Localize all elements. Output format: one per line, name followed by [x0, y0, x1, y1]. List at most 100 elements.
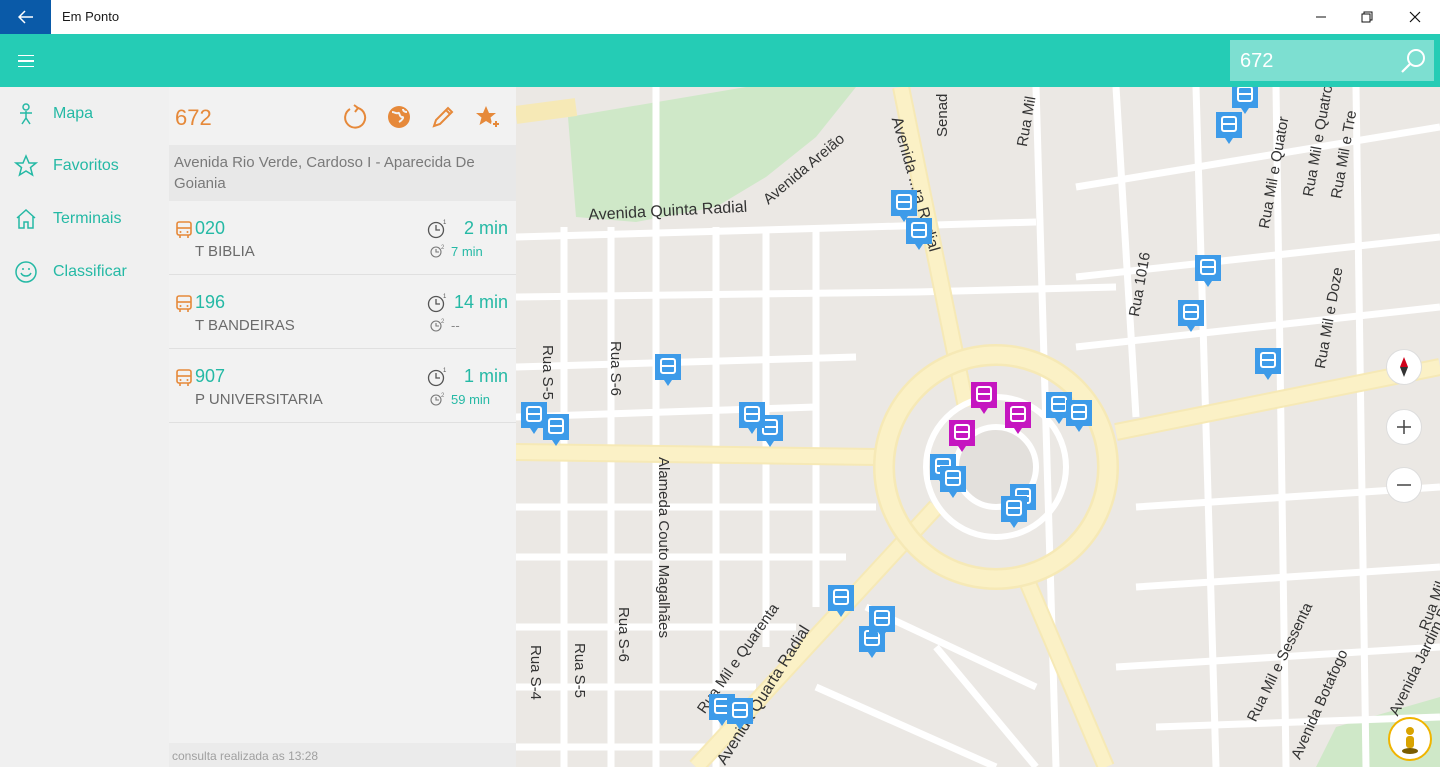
restore-icon	[1361, 11, 1373, 23]
svg-text:1: 1	[443, 220, 447, 226]
compass-icon	[1400, 357, 1408, 377]
eta-primary: 2 min	[463, 218, 508, 238]
bus-stop-pin[interactable]	[540, 411, 572, 451]
nav-item-terminais[interactable]: Terminais	[0, 197, 169, 241]
favorite-add-icon[interactable]	[474, 103, 502, 131]
side-nav: Mapa Favoritos Terminais Classificar	[0, 87, 169, 767]
close-icon	[1409, 11, 1421, 23]
bus-vehicle-pin[interactable]	[946, 417, 978, 457]
person-icon	[20, 103, 32, 125]
bus-stop-pin[interactable]	[736, 399, 768, 439]
street-label: Senad	[934, 93, 951, 137]
stop-code: 672	[175, 105, 212, 130]
app-header	[0, 34, 1440, 87]
eta-primary: 1 min	[463, 366, 508, 386]
bus-stop-pin[interactable]	[1175, 297, 1207, 337]
route-number: 907	[195, 366, 226, 386]
bus-stop-pin[interactable]	[652, 351, 684, 391]
svg-text:1: 1	[443, 294, 447, 300]
svg-text:2: 2	[441, 245, 445, 251]
title-bar: Em Ponto	[0, 0, 1440, 34]
close-button[interactable]	[1392, 0, 1438, 34]
star-icon	[14, 154, 38, 177]
home-icon	[16, 208, 36, 229]
edit-icon[interactable]	[429, 103, 457, 131]
clock-icon: 1	[427, 294, 447, 313]
window-title: Em Ponto	[62, 9, 120, 24]
svg-text:1: 1	[443, 368, 447, 374]
bus-stop-pin[interactable]	[1192, 252, 1224, 292]
bus-stop-pin[interactable]	[998, 493, 1030, 533]
eta-secondary: --	[451, 318, 460, 333]
search-box	[1230, 40, 1434, 81]
nav-item-mapa[interactable]: Mapa	[0, 92, 169, 136]
nav-label-classificar: Classificar	[53, 263, 127, 280]
stop-panel: 672 Avenida Rio Verde, Cardoso I - Apare…	[169, 87, 516, 767]
bus-vehicle-pin[interactable]	[968, 379, 1000, 419]
back-arrow-icon	[17, 10, 33, 24]
clock-icon: 1	[427, 368, 447, 387]
bus-vehicle-pin[interactable]	[1002, 399, 1034, 439]
restore-button[interactable]	[1344, 0, 1390, 34]
smiley-icon	[15, 261, 37, 283]
streetside-person-icon	[1402, 727, 1418, 754]
nav-item-favoritos[interactable]: Favoritos	[0, 144, 169, 188]
route-number: 020	[195, 218, 226, 238]
route-number: 196	[195, 292, 226, 312]
eta-secondary: 7 min	[451, 244, 483, 259]
route-destination: T BANDEIRAS	[195, 317, 295, 334]
minimize-button[interactable]	[1298, 0, 1344, 34]
eta-primary: 14 min	[453, 292, 508, 312]
route-row[interactable]: 020 T BIBLIA 1 2 min 2 7 min	[169, 201, 516, 275]
bus-stop-pin[interactable]	[825, 582, 857, 622]
street-label: Rua S-4	[527, 645, 544, 701]
clock-second-icon: 2	[430, 319, 445, 332]
bus-stop-pin[interactable]	[1252, 345, 1284, 385]
street-label: Rua S-5	[571, 643, 588, 699]
bus-icon	[176, 369, 192, 386]
query-timestamp: consulta realizada as 13:28	[169, 743, 516, 767]
clock-icon: 1	[427, 220, 447, 239]
zoom-in-icon	[1397, 420, 1411, 434]
map-view[interactable]: Avenida Areião Avenida Quinta Radial Ave…	[516, 87, 1440, 767]
bus-stop-pin[interactable]	[724, 695, 756, 735]
svg-text:2: 2	[441, 319, 445, 325]
clock-second-icon: 2	[430, 245, 445, 258]
bus-stop-pin[interactable]	[1063, 397, 1095, 437]
route-row[interactable]: 907 P UNIVERSITARIA 1 1 min 2 59 min	[169, 349, 516, 423]
street-label: Rua S-5	[539, 345, 556, 401]
street-label: Rua S-6	[607, 341, 624, 397]
eta-secondary: 59 min	[451, 392, 491, 407]
zoom-in-button[interactable]	[1386, 409, 1422, 445]
nav-label-mapa: Mapa	[53, 105, 94, 122]
nav-label-terminais: Terminais	[53, 210, 122, 227]
nav-item-classificar[interactable]: Classificar	[0, 250, 169, 294]
bus-icon	[176, 221, 192, 238]
zoom-out-button[interactable]	[1386, 467, 1422, 503]
bus-stop-pin[interactable]	[1213, 109, 1245, 149]
back-button[interactable]	[0, 0, 51, 34]
bus-stop-pin[interactable]	[866, 603, 898, 643]
bus-stop-pin[interactable]	[903, 215, 935, 255]
street-label: Alameda Couto Magalhães	[655, 457, 672, 638]
stop-header: 672	[169, 87, 516, 145]
refresh-icon[interactable]	[341, 103, 369, 131]
search-icon[interactable]	[1398, 46, 1428, 76]
bus-stop-pin[interactable]	[937, 463, 969, 503]
clock-second-icon: 2	[430, 393, 445, 406]
street-label: Rua S-6	[615, 607, 632, 663]
svg-text:2: 2	[441, 393, 445, 399]
bus-icon	[176, 295, 192, 312]
streetside-button[interactable]	[1388, 717, 1432, 761]
globe-icon[interactable]	[385, 103, 413, 131]
stop-address: Avenida Rio Verde, Cardoso I - Aparecida…	[169, 145, 516, 201]
route-row[interactable]: 196 T BANDEIRAS 1 14 min 2 --	[169, 275, 516, 349]
nav-label-favoritos: Favoritos	[53, 157, 119, 174]
route-destination: P UNIVERSITARIA	[195, 391, 323, 408]
search-input[interactable]	[1240, 49, 1390, 73]
compass-button[interactable]	[1386, 349, 1422, 385]
minimize-icon	[1316, 16, 1326, 18]
route-destination: T BIBLIA	[195, 243, 255, 260]
zoom-out-icon	[1397, 484, 1411, 486]
hamburger-icon[interactable]	[12, 48, 42, 74]
